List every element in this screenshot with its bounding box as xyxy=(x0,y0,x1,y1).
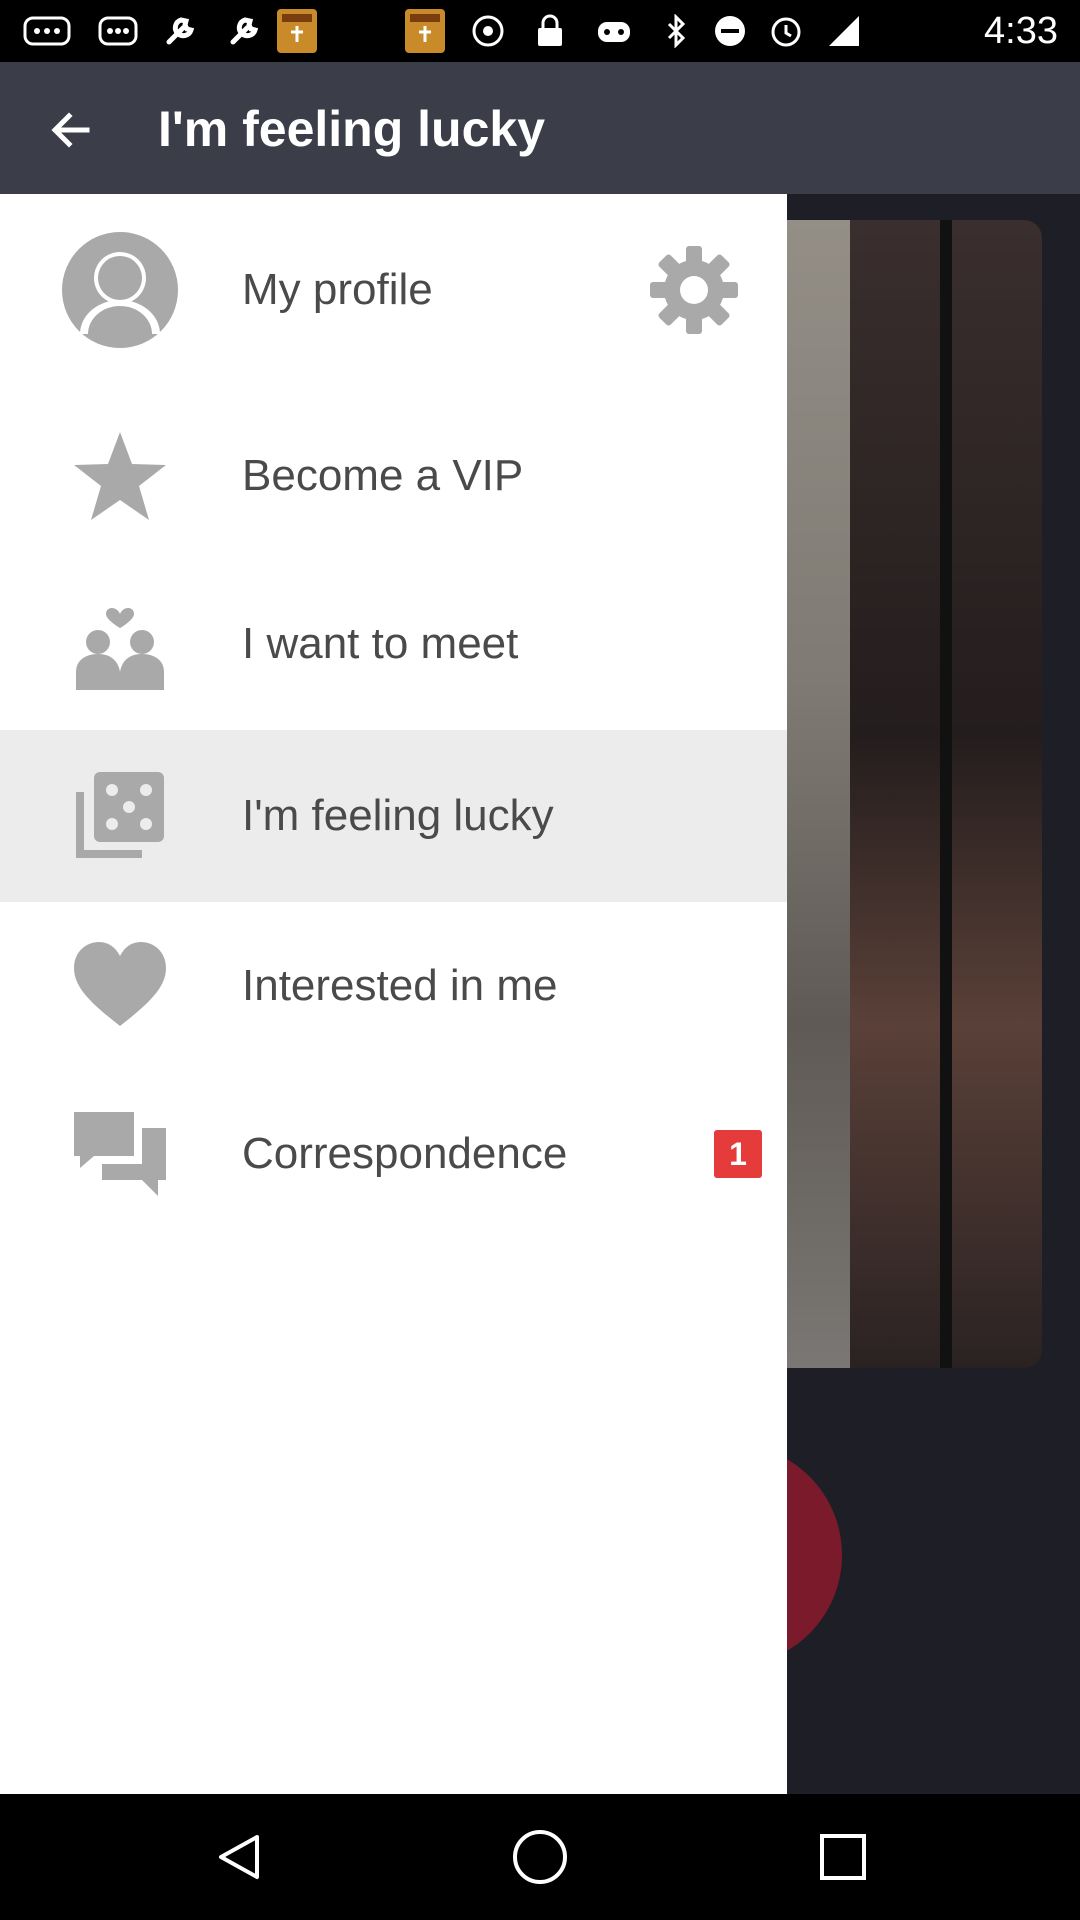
drawer-item-label: I want to meet xyxy=(242,619,519,668)
recents-square-icon xyxy=(820,1834,866,1880)
drawer-item-my-profile[interactable]: My profile xyxy=(0,206,787,374)
drawer-item-interested-in-me[interactable]: Interested in me xyxy=(0,902,787,1070)
navigation-drawer: My profile Become a VIP I want to meet I… xyxy=(0,194,787,1794)
page-title: I'm feeling lucky xyxy=(158,101,546,157)
star-icon xyxy=(72,428,168,524)
wrench-icon xyxy=(160,14,200,48)
couple-icon xyxy=(72,596,168,692)
status-time: 4:33 xyxy=(984,10,1058,52)
unread-count-badge: 1 xyxy=(714,1130,762,1178)
drawer-item-become-vip[interactable]: Become a VIP xyxy=(0,392,787,560)
nav-back-button[interactable] xyxy=(206,1824,272,1890)
back-triangle-icon xyxy=(219,1835,259,1879)
drawer-item-label: Interested in me xyxy=(242,961,558,1010)
back-arrow-icon xyxy=(51,112,90,148)
dice-icon xyxy=(72,768,168,864)
dnd-icon xyxy=(712,14,748,48)
drawer-item-label: Correspondence xyxy=(242,1129,568,1178)
drawer-item-label: My profile xyxy=(242,265,433,314)
home-circle-icon xyxy=(513,1830,567,1884)
gear-icon[interactable] xyxy=(648,244,740,336)
nav-recents-button[interactable] xyxy=(810,1824,876,1890)
app-topics-icon xyxy=(276,8,318,54)
status-bar: 4:33 xyxy=(0,0,1080,62)
more-icon xyxy=(96,14,140,48)
heart-icon xyxy=(72,938,168,1034)
controller-icon xyxy=(594,14,634,48)
signal-icon xyxy=(826,14,862,48)
alarm-icon xyxy=(768,14,804,48)
drawer-item-want-to-meet[interactable]: I want to meet xyxy=(0,560,787,728)
more-icon xyxy=(22,14,72,48)
app-bar: I'm feeling lucky xyxy=(0,62,1080,194)
back-button[interactable] xyxy=(36,96,104,164)
drawer-item-correspondence[interactable]: Correspondence 1 xyxy=(0,1070,787,1238)
disc-icon xyxy=(470,14,506,48)
nav-home-button[interactable] xyxy=(507,1824,573,1890)
photo-mirror-edge xyxy=(940,220,952,1368)
avatar-icon xyxy=(60,230,180,350)
drawer-item-feeling-lucky[interactable]: I'm feeling lucky xyxy=(0,730,787,902)
lock-icon xyxy=(532,14,568,48)
system-nav-bar xyxy=(0,1794,1080,1920)
drawer-item-label: Become a VIP xyxy=(242,451,524,500)
wrench-icon xyxy=(224,14,264,48)
app-topics-icon xyxy=(404,8,446,54)
drawer-item-label: I'm feeling lucky xyxy=(242,791,554,840)
chat-icon xyxy=(72,1106,168,1202)
bluetooth-icon xyxy=(662,14,692,48)
